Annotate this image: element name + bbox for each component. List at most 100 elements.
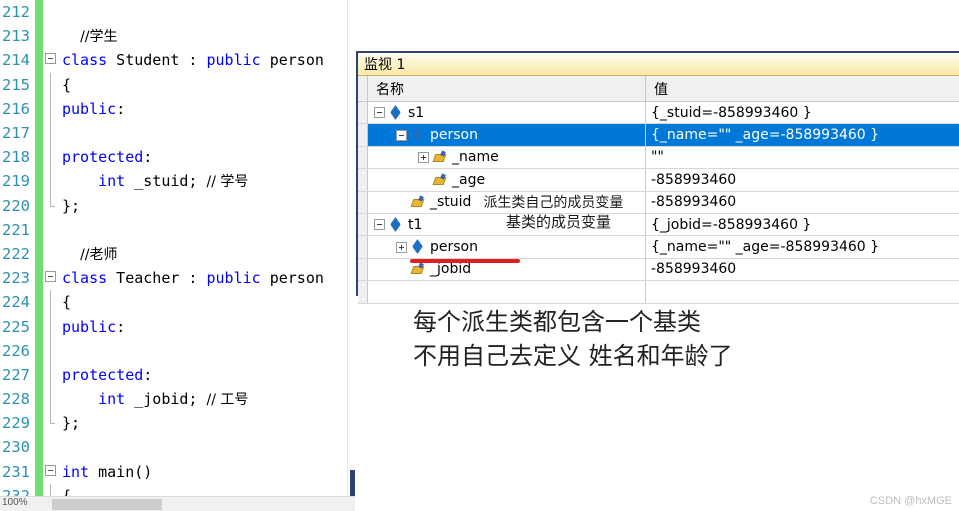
code-line[interactable]: 231 int main()	[0, 459, 355, 484]
code-token: // 学号	[206, 174, 249, 191]
code-line[interactable]: 214 class Student : public person	[0, 48, 355, 73]
editor-zoom-level[interactable]: 100%	[2, 497, 28, 508]
watch-name-cell[interactable]: s1	[368, 102, 646, 124]
watch-row[interactable]: t1 {_jobid=-858993460 }	[358, 213, 959, 237]
editor-horizontal-scrollbar[interactable]	[0, 496, 355, 511]
collapse-minus-icon[interactable]	[45, 271, 56, 283]
fold-column[interactable]	[44, 483, 58, 496]
fold-column[interactable]	[44, 96, 58, 121]
watch-name-cell[interactable]: _age	[368, 169, 646, 191]
watch-value-cell[interactable]: {_stuid=-858993460 }	[646, 102, 959, 123]
collapse-minus-icon[interactable]	[396, 129, 407, 141]
code-line[interactable]: 212	[0, 0, 355, 25]
collapse-minus-icon[interactable]	[374, 219, 385, 231]
watch-name-cell[interactable]	[368, 281, 646, 303]
expand-plus-icon[interactable]	[396, 241, 407, 253]
code-line[interactable]: 228 int _jobid; // 工号	[0, 387, 355, 412]
code-line[interactable]: 227 protected:	[0, 362, 355, 387]
code-line[interactable]: 215 {	[0, 72, 355, 97]
code-token: main()	[89, 462, 153, 481]
fold-column[interactable]	[44, 145, 58, 170]
fold-column[interactable]	[44, 0, 58, 24]
grid-gutter-header	[358, 76, 368, 101]
code-line[interactable]: 220};	[0, 193, 355, 218]
code-line[interactable]: 230	[0, 435, 355, 460]
watch-value-cell[interactable]: -858993460	[646, 192, 959, 213]
tab-watch-1[interactable]: 监视 1	[358, 54, 405, 74]
watch-row[interactable]: _name ""	[358, 146, 959, 170]
fold-column[interactable]	[44, 193, 58, 218]
line-number: 217	[2, 124, 30, 143]
code-line[interactable]: 232 {	[0, 483, 355, 496]
code-line[interactable]: 216 public:	[0, 96, 355, 121]
fold-column[interactable]	[44, 314, 58, 339]
watch-row-list: s1 {_stuid=-858993460 } person {_name="" _a…	[358, 102, 959, 304]
code-token: public	[62, 99, 117, 118]
code-text: };	[58, 414, 80, 432]
watch-name-cell[interactable]: _stuid 派生类自己的成员变量	[368, 191, 646, 213]
change-tracking-bar	[35, 338, 43, 363]
fold-column[interactable]	[44, 242, 58, 266]
collapse-minus-icon[interactable]	[45, 464, 56, 476]
fold-column[interactable]	[44, 218, 58, 242]
watch-row[interactable]: person {_name="" _age=-858993460 }	[358, 124, 959, 147]
watch-row[interactable]: _age -858993460	[358, 169, 959, 192]
scrollbar-thumb[interactable]	[52, 499, 162, 510]
fold-column[interactable]	[44, 362, 58, 387]
code-line[interactable]: 213 //学生	[0, 24, 355, 49]
expand-plus-icon[interactable]	[418, 151, 429, 163]
code-text: };	[58, 197, 80, 215]
watch-name-cell[interactable]: person	[368, 236, 646, 258]
expander-placeholder	[396, 197, 407, 208]
expander-placeholder	[396, 264, 407, 275]
watch-value-cell[interactable]: -858993460	[646, 169, 959, 190]
code-editor[interactable]: 212 213 //学生 214 class Student : public per…	[0, 0, 355, 496]
code-line[interactable]: 219 int _stuid; // 学号	[0, 169, 355, 194]
code-token: int	[98, 172, 126, 191]
watch-empty-row[interactable]	[358, 281, 959, 304]
fold-column[interactable]	[44, 169, 58, 194]
column-header-name[interactable]: 名称	[368, 76, 646, 101]
fold-column[interactable]	[44, 460, 58, 484]
code-line[interactable]: 221	[0, 217, 355, 242]
code-text: public:	[58, 100, 125, 118]
fold-column[interactable]	[44, 338, 58, 363]
watch-value-cell[interactable]: -858993460	[646, 259, 959, 280]
code-line[interactable]: 229};	[0, 411, 355, 436]
fold-column[interactable]	[44, 435, 58, 459]
change-tracking-bar	[35, 459, 43, 484]
code-line[interactable]: 225 public:	[0, 314, 355, 339]
watch-variable-name: _jobid	[430, 261, 472, 278]
watch-row[interactable]: person {_name="" _age=-858993460 }	[358, 236, 959, 259]
collapse-minus-icon[interactable]	[45, 53, 56, 65]
code-line[interactable]: 226	[0, 338, 355, 363]
code-token: // 工号	[206, 392, 249, 409]
fold-column[interactable]	[44, 24, 58, 48]
code-line[interactable]: 223 class Teacher : public person	[0, 266, 355, 291]
fold-column[interactable]	[44, 290, 58, 315]
code-line[interactable]: 222 //老师	[0, 241, 355, 267]
watch-name-cell[interactable]: person	[368, 124, 646, 146]
fold-column[interactable]	[44, 48, 58, 72]
watch-row[interactable]: s1 {_stuid=-858993460 }	[358, 102, 959, 125]
watch-value-cell[interactable]: {_name="" _age=-858993460 }	[646, 124, 959, 146]
fold-column[interactable]	[44, 411, 58, 435]
fold-column[interactable]	[44, 266, 58, 290]
watch-value-cell[interactable]: ""	[646, 147, 959, 168]
code-line[interactable]: 224 {	[0, 290, 355, 315]
code-line[interactable]: 218 protected:	[0, 145, 355, 170]
fold-column[interactable]	[44, 387, 58, 412]
watch-name-cell[interactable]: _name	[368, 146, 646, 169]
collapse-minus-icon[interactable]	[374, 107, 385, 119]
fold-column[interactable]	[44, 72, 58, 97]
watch-value-cell[interactable]: {_name="" _age=-858993460 }	[646, 236, 959, 257]
watch-value-cell[interactable]: {_jobid=-858993460 }	[646, 214, 959, 235]
fold-column[interactable]	[44, 120, 58, 146]
watch-value-cell[interactable]	[646, 281, 959, 303]
column-header-value[interactable]: 值	[646, 76, 959, 101]
watch-row[interactable]: _stuid 派生类自己的成员变量 -858993460	[358, 191, 959, 214]
line-number: 226	[2, 341, 30, 360]
change-tracking-bar	[35, 241, 43, 267]
change-tracking-bar	[35, 96, 43, 121]
code-line[interactable]: 217	[0, 120, 355, 146]
